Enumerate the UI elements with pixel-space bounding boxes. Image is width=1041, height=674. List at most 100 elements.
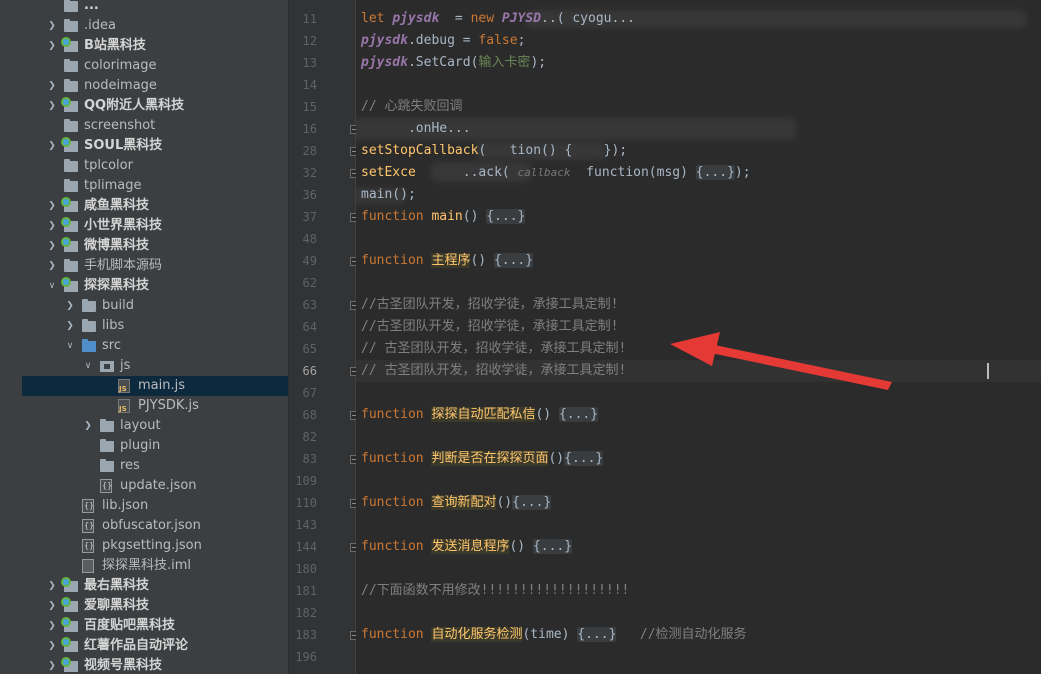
tree-item[interactable]: tplimage [22,176,288,196]
tree-item[interactable]: ❯ libs [22,316,288,336]
code-line[interactable]: function main() {...} [361,206,526,228]
tree-item[interactable]: ❯ 红薯作品自动评论 [22,636,288,656]
folded-block[interactable]: {...} [486,209,526,224]
code-line[interactable]: function 自动化服务检测(time) {...} //检测自动化服务 [361,624,747,646]
folded-block[interactable]: {...} [558,407,599,422]
tree-item[interactable]: ❯ .idea [22,16,288,36]
tree-item[interactable]: ❯ 最右黑科技 [22,576,288,596]
tree-item[interactable]: 探探黑科技.iml [22,556,288,576]
tree-item[interactable]: ❯ 视频号黑科技 [22,656,288,674]
line-number: 110 [295,496,317,510]
folder-icon [82,319,96,332]
code-token: false [478,33,518,48]
tree-item[interactable]: ❯ layout [22,416,288,436]
tree-item[interactable]: colorimage [22,56,288,76]
code-line[interactable]: //古圣团队开发，招收学徒，承接工具定制! [361,294,618,316]
tree-item[interactable]: ❯ nodeimage [22,76,288,96]
chevron-right-icon[interactable]: ❯ [46,576,58,596]
tree-item[interactable]: ❯ 小世界黑科技 [22,216,288,236]
chevron-right-icon[interactable]: ❯ [82,416,94,436]
folded-block[interactable]: {...} [493,253,534,268]
folded-block[interactable]: {...} [577,627,617,642]
chevron-right-icon[interactable]: ❯ [46,256,58,276]
tree-item[interactable]: ❯ 咸鱼黑科技 [22,196,288,216]
chevron-down-icon[interactable]: ∨ [46,276,58,296]
line-number: 144 [295,540,317,554]
code-token: 查询新配对 [431,495,497,510]
code-line[interactable]: setExce ..ack( callback function(msg) {.… [361,162,751,184]
code-line[interactable]: pjysdk.debug = false; [361,30,525,52]
line-number: 143 [295,518,317,532]
tree-item[interactable]: ❯ 微博黑科技 [22,236,288,256]
chevron-right-icon[interactable]: ❯ [46,236,58,256]
tree-item[interactable]: ∨ js [22,356,288,376]
folded-block[interactable]: {...} [695,165,735,180]
tree-item[interactable]: ❯ build [22,296,288,316]
tree-item[interactable]: pkgsetting.json [22,536,288,556]
chevron-right-icon[interactable]: ❯ [46,136,58,156]
tree-item[interactable]: res [22,456,288,476]
tree-item[interactable]: ❯ 爱聊黑科技 [22,596,288,616]
tree-item[interactable]: ❯ SOUL黑科技 [22,136,288,156]
tree-item-label: tplimage [84,178,142,193]
code-line[interactable]: main(); [361,184,416,206]
tree-item[interactable]: PJYSDK.js [22,396,288,416]
tree-item[interactable]: ❯ B站黑科技 [22,36,288,56]
tree-item[interactable]: main.js [22,376,288,396]
tree-item[interactable]: screenshot [22,116,288,136]
chevron-right-icon[interactable]: ❯ [46,616,58,636]
code-line[interactable]: pjysdk.SetCard(输入卡密); [361,52,546,74]
code-line[interactable]: .onHe... [361,118,471,140]
tree-item[interactable]: ... [22,0,288,16]
folded-block[interactable]: {...} [512,495,552,510]
chevron-right-icon[interactable]: ❯ [46,76,58,96]
code-line[interactable]: function 主程序() {...} [361,250,534,272]
code-line[interactable]: function 探探自动匹配私信() {...} [361,404,599,426]
tree-item[interactable]: ❯ QQ附近人黑科技 [22,96,288,116]
line-number: 48 [302,232,317,246]
tree-item[interactable]: plugin [22,436,288,456]
chevron-right-icon[interactable]: ❯ [46,656,58,674]
tree-item[interactable]: obfuscator.json [22,516,288,536]
chevron-right-icon[interactable]: ❯ [64,296,76,316]
tree-item-label: 手机脚本源码 [84,258,163,273]
tree-item[interactable]: ∨ src [22,336,288,356]
tree-item-label: QQ附近人黑科技 [84,98,185,113]
chevron-down-icon[interactable]: ∨ [82,356,94,376]
code-line[interactable]: // 古圣团队开发，招收学徒，承接工具定制! [361,338,626,360]
tree-item-label: libs [102,318,125,333]
chevron-right-icon[interactable]: ❯ [46,36,58,56]
code-line[interactable]: // 心跳失败回调 [361,96,462,118]
chevron-right-icon[interactable]: ❯ [46,16,58,36]
code-line[interactable]: //下面函数不用修改!!!!!!!!!!!!!!!!!!! [361,580,629,602]
module-folder-icon [61,37,78,52]
chevron-right-icon[interactable]: ❯ [64,316,76,336]
tree-item[interactable]: ❯ 手机脚本源码 [22,256,288,276]
chevron-right-icon[interactable]: ❯ [46,216,58,236]
code-line[interactable]: //古圣团队开发，招收学徒，承接工具定制! [361,316,618,338]
chevron-down-icon[interactable]: ∨ [64,336,76,356]
tree-item[interactable]: lib.json [22,496,288,516]
folded-block[interactable]: {...} [564,451,604,466]
project-tree[interactable]: ... ❯ .idea ❯ B站黑科技 colorimage ❯ nodeimage ❯ QQ附近… [22,0,288,674]
code-line[interactable]: setStopCallback( tion() { }); [361,140,627,162]
chevron-right-icon[interactable]: ❯ [46,636,58,656]
code-line[interactable]: function 判断是否在探探页面(){...} [361,448,604,470]
tree-item[interactable]: update.json [22,476,288,496]
code-line[interactable]: // 古圣团队开发，招收学徒，承接工具定制! [361,360,626,382]
chevron-right-icon[interactable]: ❯ [46,596,58,616]
code-line[interactable]: function 发送消息程序() {...} [361,536,573,558]
tree-item[interactable]: ❯ 百度贴吧黑科技 [22,616,288,636]
chevron-right-icon[interactable]: ❯ [46,196,58,216]
folded-block[interactable]: {...} [532,539,573,554]
code-line[interactable]: function 查询新配对(){...} [361,492,552,514]
tree-item[interactable]: ∨ 探探黑科技 [22,276,288,296]
chevron-right-icon[interactable]: ❯ [46,96,58,116]
tool-window-stripe [0,0,23,674]
code-token: 判断是否在探探页面 [431,451,549,466]
code-line[interactable]: let pjysdk = new PJYSD..( cyogu... [361,8,635,30]
line-number: 196 [295,650,317,664]
tree-item[interactable]: tplcolor [22,156,288,176]
module-folder-icon [61,637,78,652]
